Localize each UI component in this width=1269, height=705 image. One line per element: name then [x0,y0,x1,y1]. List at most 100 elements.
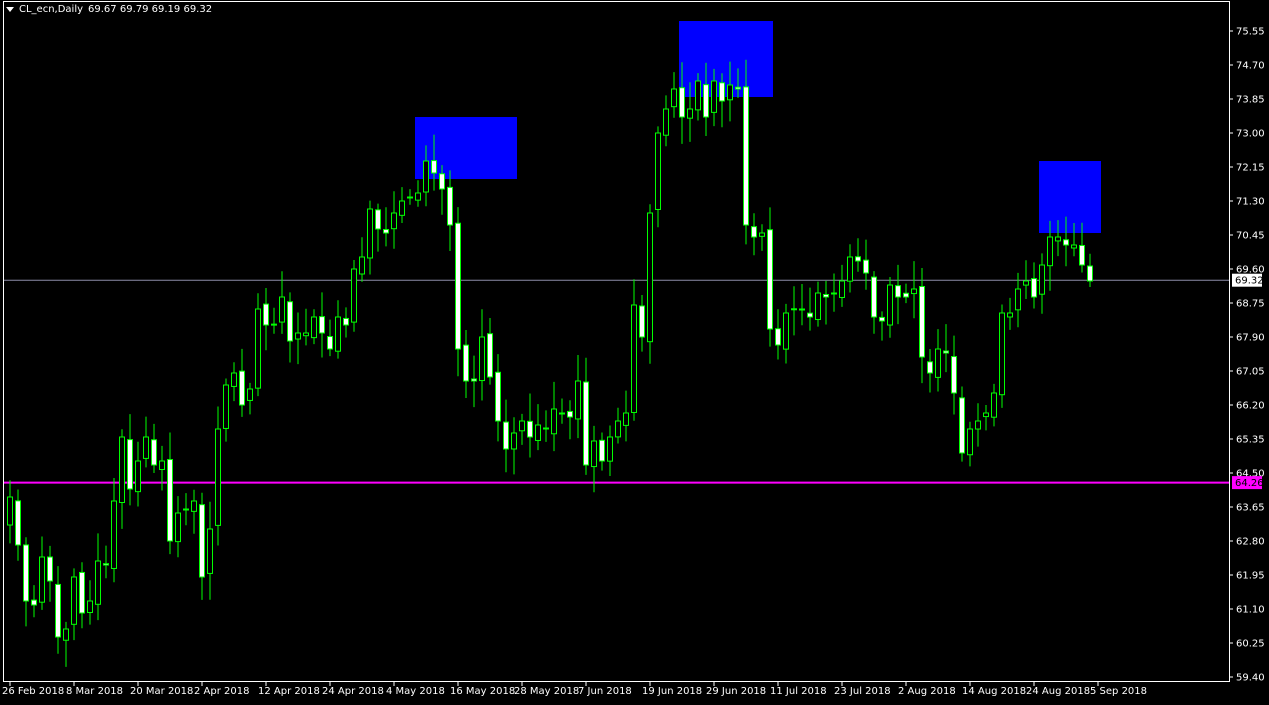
candle-body [343,317,349,326]
candle-body [631,304,637,413]
x-tick-label: 24 Aug 2018 [1026,686,1090,697]
candle-body [847,256,853,282]
candle-body [1015,288,1021,311]
y-tick-label: 74.70 [1236,61,1265,72]
candle-body [895,285,901,298]
candle-body [855,256,861,262]
candle-body [1063,239,1069,246]
candle-body [783,312,789,350]
candle-body [191,500,197,512]
candle-body [31,599,37,606]
candle-body [615,420,621,438]
candle-body [1079,244,1085,266]
candle-body [471,378,477,382]
x-tick-label: 7 Jun 2018 [578,686,632,697]
candle-body [207,528,213,574]
candle-body [71,576,77,625]
candle-body [319,316,325,334]
candle-body [927,361,933,374]
x-tick-label: 20 Mar 2018 [130,686,193,697]
y-tick-label: 67.90 [1236,333,1265,344]
candle-body [663,108,669,136]
y-tick-label: 66.20 [1236,401,1265,412]
candle-body [567,410,573,418]
candle-body [431,160,437,174]
candle-body [967,428,973,456]
candle-body [983,412,989,418]
candle-body [887,284,893,326]
candle-body [711,80,717,113]
symbol-header[interactable]: CL_ecn,Daily 69.67 69.79 69.19 69.32 [6,4,212,15]
candle-body [735,86,741,90]
x-tick-label: 11 Jul 2018 [770,686,827,697]
candle-body [1071,244,1077,249]
candle-body [407,196,413,199]
candle-body [695,80,701,111]
candle-body [583,381,589,466]
candle-body [439,173,445,190]
y-tick-label: 62.80 [1236,537,1265,548]
candle-body [159,460,165,471]
candle-body [599,439,605,462]
candle-body [375,209,381,230]
candle-body [727,84,733,101]
chart-canvas[interactable]: 75.55 74.70 73.85 73.00 72.15 71.30 70.45 69.60… [0,0,1269,701]
candle-body [359,256,365,275]
y-tick-label: 59.40 [1236,673,1265,684]
candle-body [15,500,21,546]
candle-body [495,371,501,422]
candle-body [39,556,45,603]
candle-body [231,372,237,387]
candle-body [591,440,597,468]
highlight-zone-2 [679,21,773,97]
candle-body [519,420,525,432]
x-tick-label: 8 Mar 2018 [66,686,123,697]
candle-body [215,428,221,526]
candle-body [815,292,821,321]
candle-body [703,84,709,118]
candle-body [839,280,845,298]
candle-body [527,420,533,438]
candle-body [767,229,773,330]
candle-body [303,332,309,337]
highlight-zone-1 [415,117,517,179]
candle-body [647,212,653,343]
candle-body [999,312,1005,396]
x-tick-label: 19 Jun 2018 [642,686,702,697]
candle-body [399,200,405,216]
candle-body [543,427,549,430]
y-tick-label: 72.15 [1236,163,1265,174]
candle-body [247,388,253,401]
candle-body [919,285,925,358]
candle-body [271,323,277,326]
candle-body [311,316,317,339]
y-tick-label: 65.35 [1236,435,1265,446]
y-tick-label: 71.30 [1236,197,1265,208]
candle-body [775,328,781,346]
candle-body [327,336,333,350]
candle-body [175,512,181,543]
candle-body [119,436,125,503]
candle-body [871,276,877,318]
y-tick-label: 60.25 [1236,639,1265,650]
candle-body [943,350,949,354]
candle-body [135,460,141,493]
candle-body [55,583,61,638]
candle-body [103,563,109,566]
candle-body [447,186,453,226]
candle-body [991,392,997,418]
candle-body [559,412,565,415]
candle-body [639,305,645,338]
x-tick-label: 16 May 2018 [450,686,515,697]
candle-body [263,303,269,326]
dropdown-triangle-icon[interactable] [6,7,14,12]
candle-body [1023,280,1029,286]
x-tick-label: 26 Feb 2018 [2,686,64,697]
candle-body [7,496,13,526]
candle-body [863,259,869,274]
candlestick-chart[interactable]: 75.5574.7073.8573.0072.1571.3070.4569.60… [0,0,1269,701]
candle-body [1031,278,1037,298]
candle-body [903,292,909,298]
candle-body [239,370,245,406]
candle-body [127,439,133,490]
